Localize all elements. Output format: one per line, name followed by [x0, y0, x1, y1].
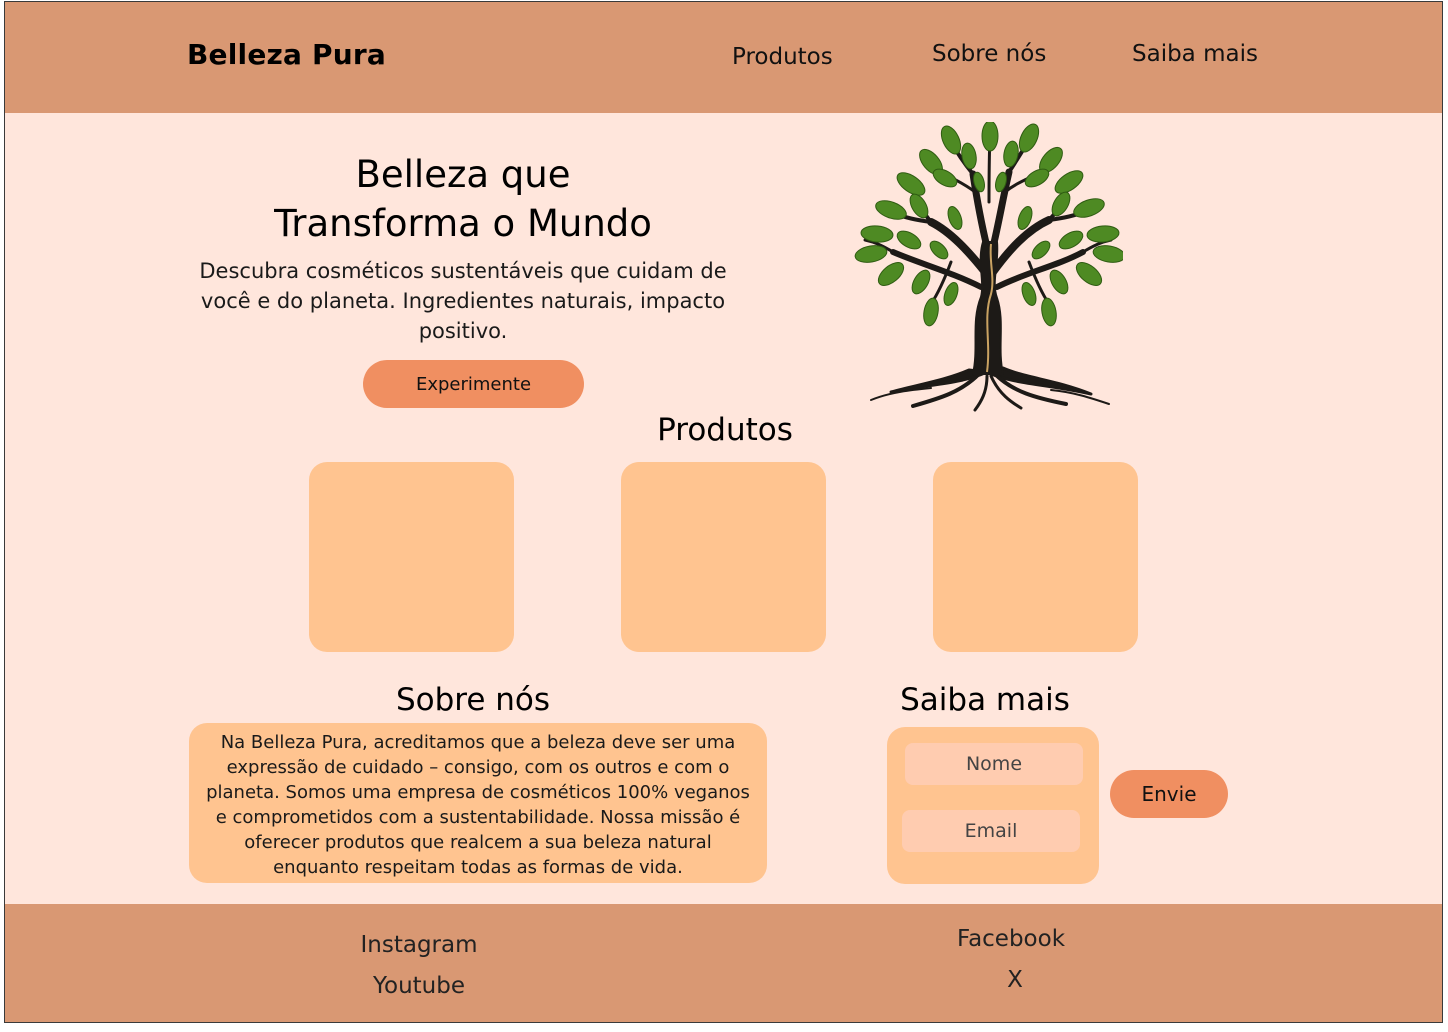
product-card-3[interactable]: [933, 462, 1138, 652]
email-input[interactable]: [902, 810, 1080, 852]
hero-title: Belleza que Transforma o Mundo: [205, 150, 721, 248]
envie-button[interactable]: Envie: [1110, 770, 1228, 818]
product-card-1[interactable]: [309, 462, 514, 652]
contact-form: [887, 727, 1099, 884]
product-card-2[interactable]: [621, 462, 826, 652]
hero-title-line1: Belleza que: [355, 153, 571, 196]
site-header: Belleza Pura Produtos Sobre nós Saiba ma…: [5, 2, 1442, 113]
produtos-section-title: Produtos: [657, 412, 793, 448]
site-footer: Instagram Youtube Facebook X: [5, 904, 1442, 1022]
about-text: Na Belleza Pura, acreditamos que a belez…: [206, 732, 750, 878]
brand-logo-text[interactable]: Belleza Pura: [187, 38, 386, 71]
saiba-mais-section-title: Saiba mais: [900, 682, 1070, 718]
about-text-box: Na Belleza Pura, acreditamos que a belez…: [189, 723, 767, 883]
page-frame: Belleza Pura Produtos Sobre nós Saiba ma…: [4, 1, 1443, 1023]
hero-subtitle: Descubra cosméticos sustentáveis que cui…: [199, 259, 727, 343]
tree-illustration-icon: [854, 122, 1123, 412]
footer-link-x[interactable]: X: [915, 967, 1115, 993]
sobre-nos-section-title: Sobre nós: [395, 682, 551, 718]
hero-title-line2: Transforma o Mundo: [274, 202, 652, 245]
experimente-button[interactable]: Experimente: [363, 360, 584, 408]
nav-link-saiba-mais[interactable]: Saiba mais: [1132, 41, 1258, 67]
nav-link-sobre-nos[interactable]: Sobre nós: [932, 41, 1046, 67]
footer-link-youtube[interactable]: Youtube: [319, 973, 519, 999]
name-input[interactable]: [905, 743, 1083, 785]
footer-link-facebook[interactable]: Facebook: [911, 926, 1111, 952]
footer-link-instagram[interactable]: Instagram: [319, 932, 519, 958]
nav-link-produtos[interactable]: Produtos: [732, 44, 833, 70]
